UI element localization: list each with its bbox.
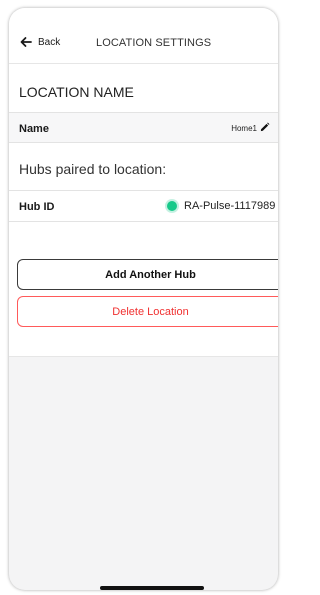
location-name-heading: LOCATION NAME [19,84,134,100]
name-label: Name [19,123,49,135]
top-bar: Back LOCATION SETTINGS [9,8,278,64]
phone-frame: Back LOCATION SETTINGS LOCATION NAME Nam… [9,8,278,590]
back-label: Back [38,36,61,48]
delete-location-button[interactable]: Delete Location [17,296,278,327]
hubs-heading: Hubs paired to location: [19,161,167,177]
back-button[interactable]: Back [19,34,60,50]
hub-id-label: Hub ID [19,201,55,213]
page-title: LOCATION SETTINGS [96,37,212,49]
pencil-icon[interactable] [259,122,270,133]
name-value: Home1 [231,124,257,133]
settings-panel: Back LOCATION SETTINGS LOCATION NAME Nam… [9,8,278,357]
home-indicator[interactable] [100,586,204,590]
add-hub-button[interactable]: Add Another Hub [17,259,278,290]
hub-id-value: RA-Pulse-1117989 [184,200,276,212]
back-arrow-icon [20,37,32,47]
name-row[interactable]: Name Home1 [9,112,278,143]
status-dot-icon [167,201,177,211]
hub-row[interactable]: Hub ID RA-Pulse-1117989 [9,190,278,222]
